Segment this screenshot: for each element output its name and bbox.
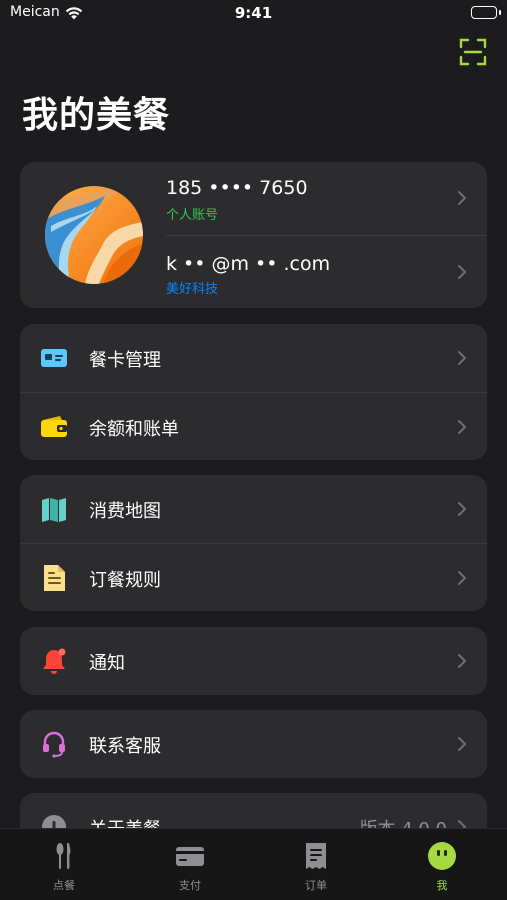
- map-icon: [40, 495, 68, 523]
- wallet-icon: [40, 413, 68, 441]
- headset-icon: [40, 730, 68, 758]
- tab-me[interactable]: 我: [379, 829, 505, 900]
- menu-group-cards: 餐卡管理 余额和账单: [20, 324, 487, 460]
- chevron-right-icon: [457, 419, 467, 435]
- menu-item-ordering-rules[interactable]: 订餐规则: [20, 543, 487, 611]
- company-account-row[interactable]: k •• @m •• .com 美好科技: [166, 235, 487, 308]
- bell-icon: [40, 647, 68, 675]
- page-title: 我的美餐: [22, 95, 171, 136]
- menu-item-notifications[interactable]: 通知: [20, 627, 487, 695]
- menu-item-label: 通知: [89, 653, 125, 674]
- menu-group-notifications: 通知: [20, 627, 487, 695]
- chevron-right-icon: [457, 570, 467, 586]
- avatar[interactable]: [45, 186, 143, 284]
- menu-item-meal-card[interactable]: 餐卡管理: [20, 324, 487, 392]
- menu-item-consumption-map[interactable]: 消费地图: [20, 475, 487, 543]
- document-icon: [40, 564, 68, 592]
- chevron-right-icon: [457, 501, 467, 517]
- tab-label: 支付: [179, 879, 201, 892]
- menu-item-label: 联系客服: [89, 736, 161, 757]
- menu-item-label: 餐卡管理: [89, 350, 161, 371]
- scan-button[interactable]: [459, 38, 487, 66]
- menu-item-label: 订餐规则: [89, 570, 161, 591]
- personal-account-row[interactable]: 185 •••• 7650 个人账号: [166, 162, 487, 235]
- tab-label: 点餐: [53, 879, 75, 892]
- tab-orders[interactable]: 订单: [253, 829, 379, 900]
- account-phone: 185 •••• 7650: [166, 177, 308, 199]
- tab-label: 订单: [305, 879, 327, 892]
- chevron-right-icon: [457, 653, 467, 669]
- menu-item-customer-service[interactable]: 联系客服: [20, 710, 487, 778]
- account-card: 185 •••• 7650 个人账号 k •• @m •• .com 美好科技: [20, 162, 487, 308]
- fork-knife-icon: [49, 841, 79, 871]
- card-icon: [175, 841, 205, 871]
- account-email: k •• @m •• .com: [166, 253, 331, 275]
- chevron-right-icon: [457, 736, 467, 752]
- menu-item-label: 消费地图: [89, 501, 161, 522]
- chevron-right-icon: [457, 190, 467, 206]
- menu-item-balance[interactable]: 余额和账单: [20, 392, 487, 460]
- menu-item-label: 余额和账单: [89, 419, 179, 440]
- scan-icon: [459, 38, 487, 66]
- battery-icon: [471, 6, 501, 19]
- smiley-icon: [427, 841, 457, 871]
- tab-bar: 点餐 支付 订单 我: [0, 828, 507, 900]
- account-phone-caption: 个人账号: [166, 208, 219, 223]
- menu-group-rules: 消费地图 订餐规则: [20, 475, 487, 611]
- status-time: 9:41: [234, 4, 273, 22]
- chevron-right-icon: [457, 264, 467, 280]
- meal-card-icon: [40, 344, 68, 372]
- receipt-icon: [301, 841, 331, 871]
- tab-pay[interactable]: 支付: [127, 829, 253, 900]
- account-company-caption: 美好科技: [166, 282, 219, 297]
- chevron-right-icon: [457, 350, 467, 366]
- tab-label: 我: [436, 879, 448, 892]
- menu-group-support: 联系客服: [20, 710, 487, 778]
- tab-order-food[interactable]: 点餐: [1, 829, 127, 900]
- status-bar: Meican 9:41: [0, 0, 507, 30]
